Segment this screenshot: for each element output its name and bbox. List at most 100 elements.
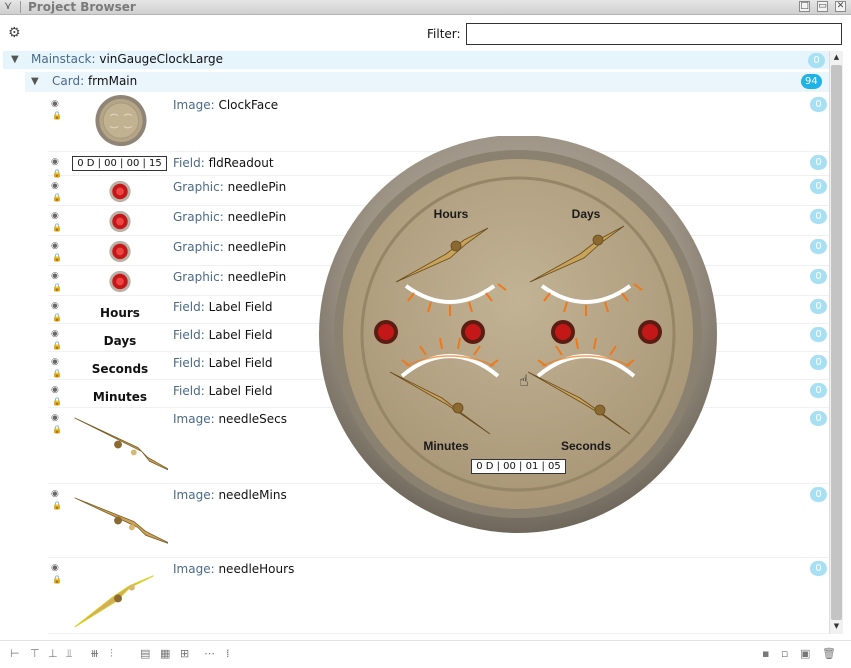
eye-icon[interactable]: ◉ [51,413,59,423]
script-icon[interactable]: ▣ [800,647,810,660]
item-count-badge: 0 [810,155,827,170]
expand-triangle-icon[interactable]: ▼ [11,54,19,65]
item-count-badge: 0 [810,355,827,370]
lock-icon[interactable]: 🔒 [52,425,62,434]
maximize-button[interactable]: ▭ [817,1,828,12]
align-bottom-icon[interactable]: ⫫ [66,647,72,661]
eye-icon[interactable]: ◉ [51,563,59,573]
item-count-badge: 0 [810,383,827,398]
expand-triangle-icon[interactable]: ▼ [31,76,39,87]
bottom-toolbar: ⊢ ⊤ ⊥ ⫫ ⧻ ⫶ ▤ ▦ ⊞ ⋯ ⁞ ▪ ▫ ▣ 🗑 [0,640,851,668]
item-name: needlePin [227,180,287,194]
eye-icon[interactable]: ◉ [51,271,59,281]
item-count-badge: 0 [810,179,827,194]
clock-gauge: Hours Days Minutes Seconds [319,136,717,533]
eye-icon[interactable]: ◉ [51,181,59,191]
item-count-badge: 0 [810,97,827,112]
item-name: needlePin [227,240,287,254]
title-separator [20,1,21,13]
scroll-up-arrow-icon[interactable]: ▲ [830,51,843,64]
duplicate-icon[interactable]: ▫ [781,647,788,660]
lock-icon[interactable]: 🔒 [52,223,62,232]
align-center-icon[interactable]: ⊥ [48,647,58,660]
mainstack-count-badge: 0 [808,53,825,68]
item-name: Label Field [208,356,273,370]
align-left-icon[interactable]: ⊢ [10,647,20,660]
scrollbar-thumb[interactable] [831,65,842,620]
item-name: fldReadout [208,156,274,170]
more-options-icon[interactable]: ⋯ [204,647,215,660]
align-top-icon[interactable]: ⊤ [30,647,40,660]
lock-icon[interactable]: 🔒 [52,253,62,262]
list-item[interactable]: ◉ 🔒 Image: needleHours 0 [48,558,829,634]
item-name: needlePin [227,270,287,284]
gear-icon[interactable]: ⚙ [8,25,21,41]
label-thumbnail: Hours [100,306,140,320]
window-title: Project Browser [28,0,136,14]
group-icon[interactable]: ▤ [140,647,150,660]
new-object-icon[interactable]: ▪ [762,647,769,660]
mainstack-row[interactable]: ▼ Mainstack: vinGaugeClockLarge 0 [3,51,829,69]
clock-readout: 0 D | 00 | 01 | 05 [471,459,566,474]
close-button[interactable]: ✕ [835,1,846,12]
ungroup-icon[interactable]: ▦ [160,647,170,660]
eye-icon[interactable]: ◉ [51,211,59,221]
needle-thumbnail [74,497,168,544]
eye-icon[interactable]: ◉ [51,357,59,367]
item-name: needleMins [218,488,287,502]
layer-icon[interactable]: ⊞ [180,647,189,660]
item-name: needlePin [227,210,287,224]
minutes-label: Minutes [423,439,469,453]
split-icon[interactable]: ⁞ [226,647,230,660]
lock-icon[interactable]: 🔒 [52,397,62,406]
item-count-badge: 0 [810,269,827,284]
needle-thumbnail [74,575,154,628]
scroll-down-arrow-icon[interactable]: ▼ [830,620,843,633]
seconds-label: Seconds [561,439,611,453]
item-count-badge: 0 [810,487,827,502]
lock-icon[interactable]: 🔒 [52,313,62,322]
eye-icon[interactable]: ◉ [51,385,59,395]
days-label: Days [572,207,601,221]
vertical-scrollbar[interactable]: ▲ ▼ [829,51,843,634]
chevron-down-icon[interactable]: ⋎ [4,0,12,12]
mainstack-kind: Mainstack: [31,52,96,66]
title-bar: ⋎ Project Browser □ ▭ ✕ [0,0,851,15]
eye-icon[interactable]: ◉ [51,329,59,339]
lock-icon[interactable]: 🔒 [52,341,62,350]
lock-icon[interactable]: 🔒 [52,111,62,120]
card-row[interactable]: ▼ Card: frmMain 94 [25,72,829,92]
lock-icon[interactable]: 🔒 [52,193,62,202]
lock-icon[interactable]: 🔒 [52,283,62,292]
item-name: needleSecs [218,412,288,426]
item-count-badge: 0 [810,299,827,314]
eye-icon[interactable]: ◉ [51,489,59,499]
needlepin-thumbnail [109,240,131,263]
trash-icon[interactable]: 🗑 [822,647,836,660]
card-kind: Card: [52,74,85,88]
restore-button[interactable]: □ [799,1,810,12]
distribute-horizontal-icon[interactable]: ⧻ [90,647,99,660]
label-thumbnail: Seconds [91,362,149,376]
item-name: ClockFace [218,98,279,112]
needlepin-thumbnail [109,210,131,233]
needlepin-thumbnail [109,270,131,293]
eye-icon[interactable]: ◉ [51,241,59,251]
lock-icon[interactable]: 🔒 [52,369,62,378]
eye-icon[interactable]: ◉ [51,99,59,109]
item-count-badge: 0 [810,411,827,426]
filter-input[interactable] [466,23,842,45]
hand-cursor-icon: ☝ [519,371,529,390]
toolbar: ⚙ Filter: [0,15,851,51]
lock-icon[interactable]: 🔒 [52,575,62,584]
item-name: Label Field [208,384,273,398]
eye-icon[interactable]: ◉ [51,301,59,311]
lock-icon[interactable]: 🔒 [52,501,62,510]
item-count-badge: 0 [810,327,827,342]
item-name: Label Field [208,328,273,342]
label-thumbnail: Minutes [92,390,148,404]
item-count-badge: 0 [810,239,827,254]
needlepin-thumbnail [109,180,131,203]
distribute-vertical-icon[interactable]: ⫶ [110,647,113,661]
eye-icon[interactable]: ◉ [51,157,59,167]
